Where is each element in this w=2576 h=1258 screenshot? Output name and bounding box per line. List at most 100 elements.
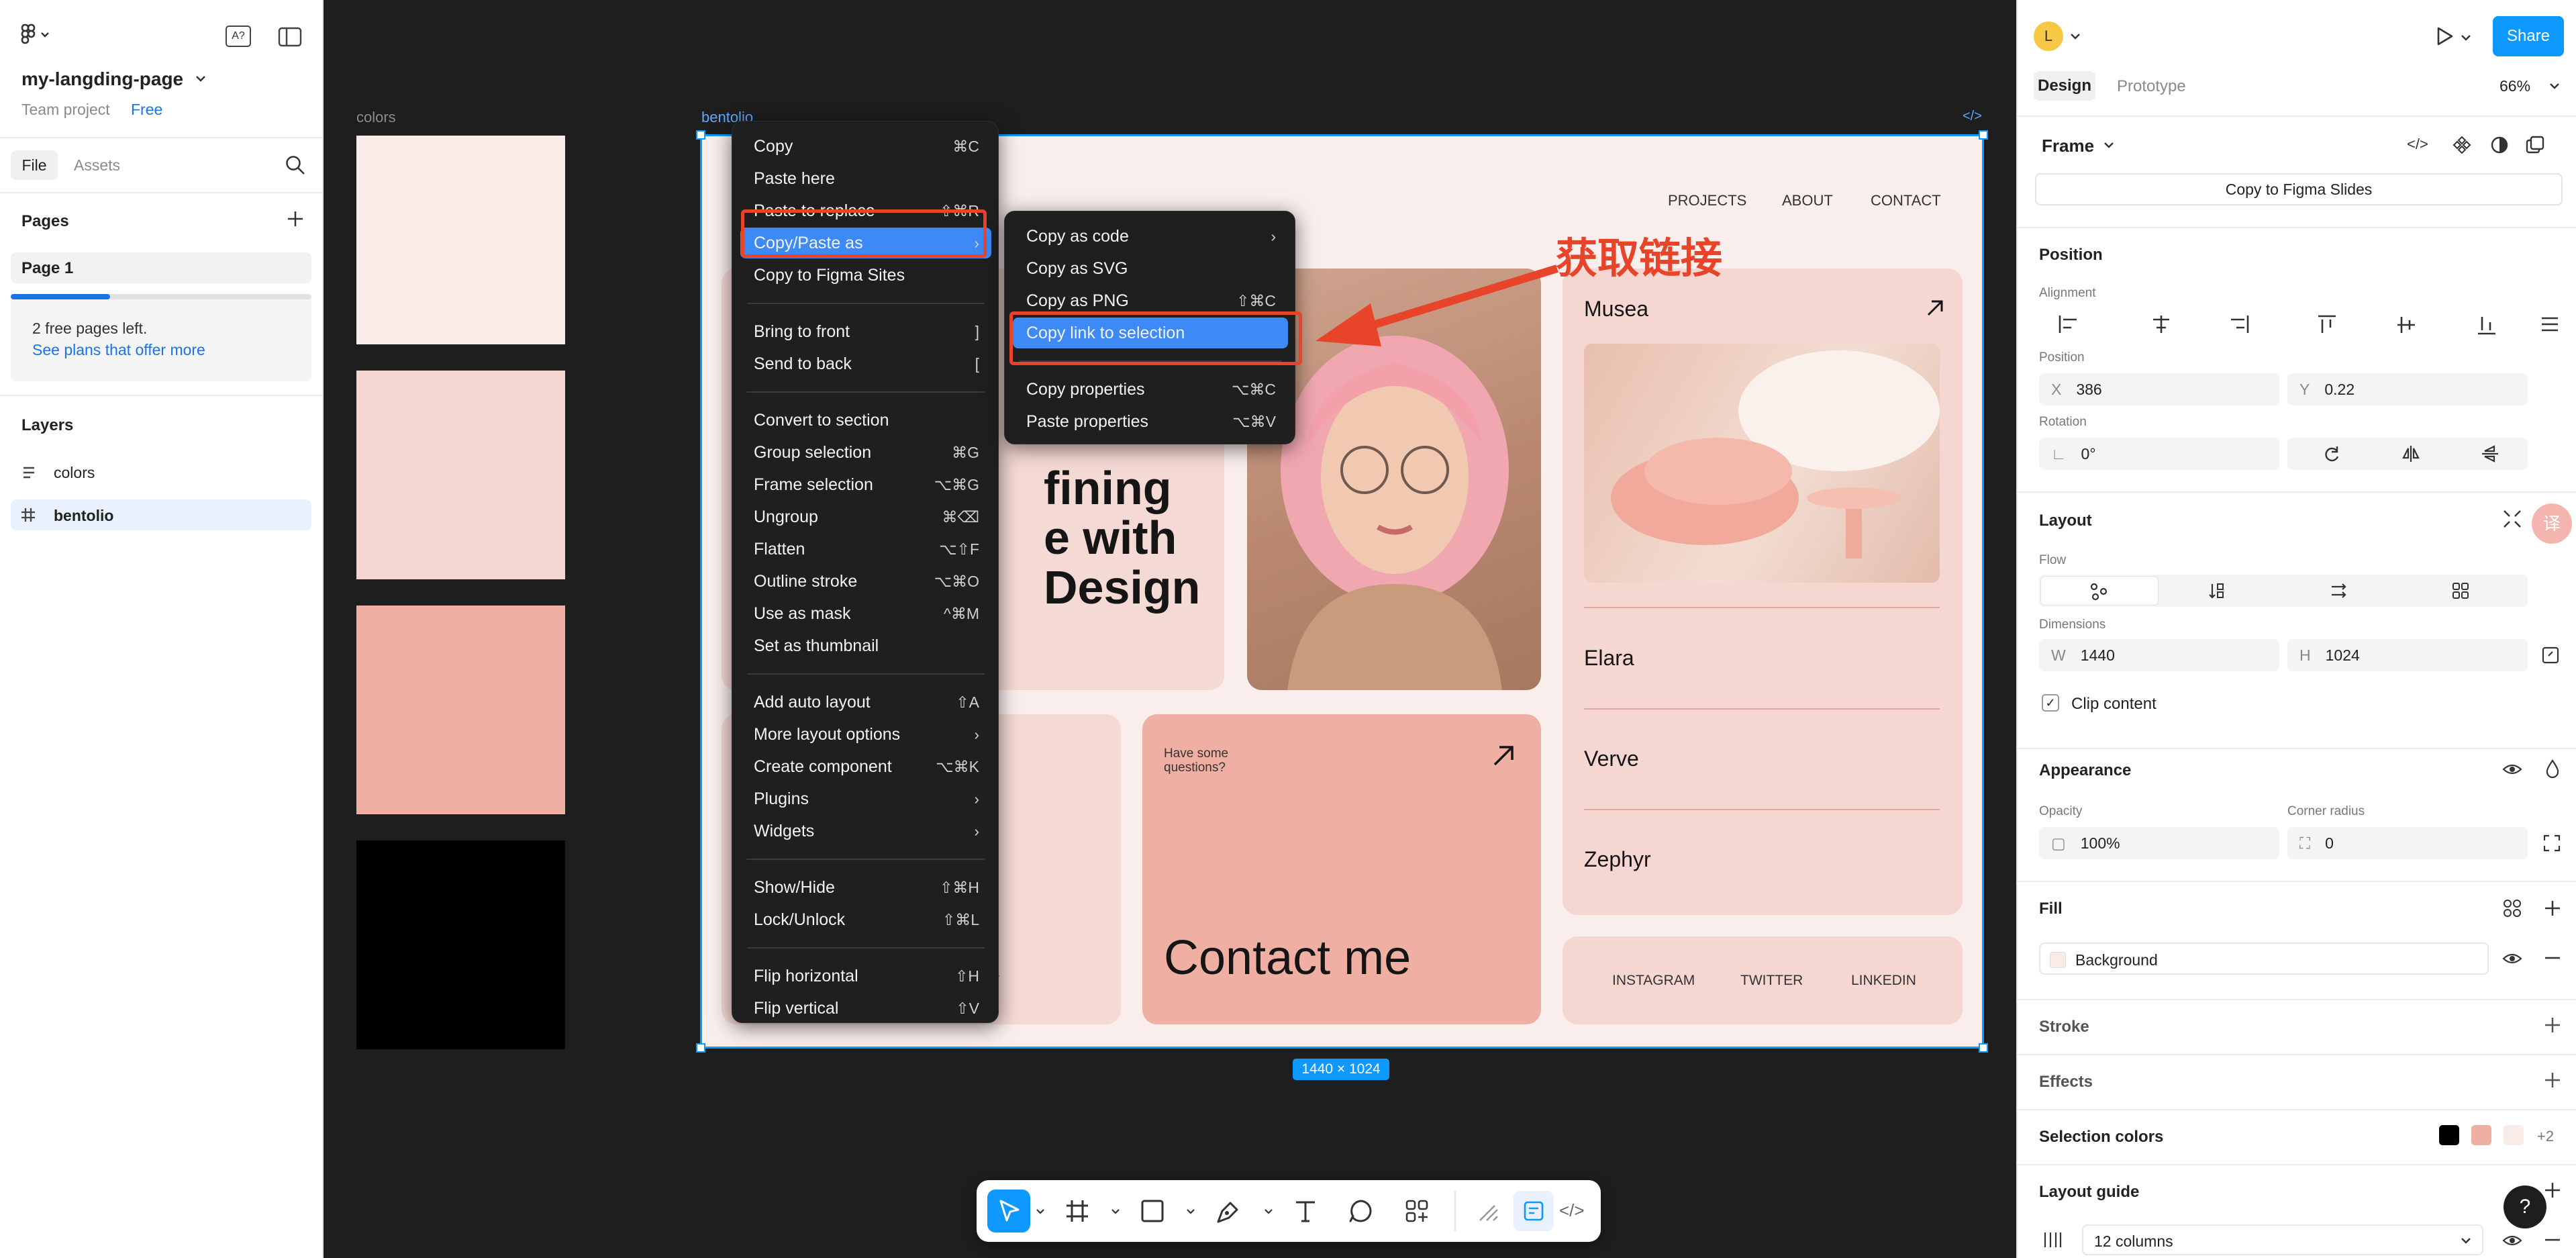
flip-vertical-icon[interactable]	[2481, 444, 2499, 463]
selection-color-3[interactable]	[2504, 1125, 2524, 1145]
fill-style-field[interactable]: Background	[2039, 942, 2489, 975]
remove-fill-icon[interactable]	[2544, 949, 2561, 967]
align-top-icon[interactable]	[2317, 314, 2337, 336]
opacity-field[interactable]: ▢ 100%	[2039, 827, 2279, 859]
copy-to-figma-slides-button[interactable]: Copy to Figma Slides	[2035, 173, 2563, 205]
chevron-down-icon[interactable]	[1036, 1208, 1045, 1215]
menu-item-copy-paste-as[interactable]: Copy/Paste as ›	[740, 228, 991, 258]
menu-item-paste-to-replace[interactable]: Paste to replace ⇧⌘R	[740, 195, 991, 226]
sidebar-toggle-icon[interactable]	[278, 27, 302, 47]
align-center-v-icon[interactable]	[2396, 314, 2416, 336]
grid-flow-icon[interactable]	[2451, 581, 2470, 600]
move-tool-button[interactable]	[987, 1190, 1030, 1232]
color-swatch-1[interactable]	[356, 136, 565, 344]
color-swatch-3[interactable]	[356, 606, 565, 814]
selection-color-2[interactable]	[2471, 1125, 2491, 1145]
height-field[interactable]: H 1024	[2287, 639, 2528, 671]
collapse-icon[interactable]	[2502, 509, 2522, 529]
chevron-down-icon[interactable]	[2549, 82, 2560, 90]
horizontal-flow-icon[interactable]	[2329, 581, 2348, 600]
submenu-item-copy-link-to-selection[interactable]: Copy link to selection	[1013, 318, 1288, 348]
menu-item-more-layout-options[interactable]: More layout options ›	[740, 719, 991, 750]
component-icon[interactable]	[2453, 136, 2471, 154]
tab-prototype[interactable]: Prototype	[2117, 77, 2186, 96]
actions-tool-icon[interactable]	[1405, 1199, 1429, 1223]
submenu-item-copy-properties[interactable]: Copy properties ⌥⌘C	[1013, 374, 1288, 405]
resize-mode-icon[interactable]	[2541, 646, 2560, 665]
menu-item-bring-to-front[interactable]: Bring to front]	[740, 316, 991, 347]
resize-handle[interactable]	[1979, 1043, 1988, 1053]
tab-design[interactable]: Design	[2034, 71, 2095, 101]
menu-item-frame-selection[interactable]: Frame selection ⌥⌘G	[740, 469, 991, 500]
contrast-icon[interactable]	[2490, 136, 2509, 154]
menu-item-create-component[interactable]: Create component ⌥⌘K	[740, 751, 991, 782]
menu-item-add-auto-layout[interactable]: Add auto layout ⇧A	[740, 687, 991, 718]
add-page-icon[interactable]	[286, 209, 305, 228]
clip-content-checkbox[interactable]: ✓	[2042, 694, 2059, 712]
independent-corners-icon[interactable]	[2542, 834, 2561, 853]
variants-icon[interactable]	[2525, 136, 2545, 154]
frame-tool-icon[interactable]	[1065, 1199, 1089, 1223]
chevron-down-icon[interactable]	[2103, 141, 2114, 149]
chevron-down-icon[interactable]	[1264, 1208, 1273, 1215]
add-effect-icon[interactable]	[2544, 1071, 2561, 1089]
menu-item-convert-to-section[interactable]: Convert to section	[740, 405, 991, 436]
align-right-icon[interactable]	[2228, 314, 2250, 334]
submenu-item-copy-as-png[interactable]: Copy as PNG ⇧⌘C	[1013, 285, 1288, 316]
menu-item-flip-horizontal[interactable]: Flip horizontal ⇧H	[740, 961, 991, 991]
styles-grid-icon[interactable]	[2502, 898, 2522, 918]
chevron-down-icon[interactable]	[1111, 1208, 1120, 1215]
menu-item-send-to-back[interactable]: Send to back [	[740, 348, 991, 379]
x-position-field[interactable]: X 386	[2039, 373, 2279, 405]
remove-guide-icon[interactable]	[2544, 1231, 2561, 1249]
menu-item-widgets[interactable]: Widgets ›	[740, 816, 991, 846]
y-position-field[interactable]: Y 0.22	[2287, 373, 2528, 405]
menu-item-lock-unlock[interactable]: Lock/Unlock ⇧⌘L	[740, 904, 991, 935]
chevron-down-icon[interactable]	[2070, 32, 2081, 40]
resize-handle[interactable]	[696, 1043, 705, 1053]
file-name[interactable]: my-langding-page	[21, 68, 183, 90]
menu-item-copy[interactable]: Copy ⌘C	[740, 131, 991, 162]
frame-type-label[interactable]: Frame	[2042, 136, 2094, 156]
eye-icon[interactable]	[2502, 949, 2522, 968]
design-mode-button[interactable]	[1514, 1191, 1554, 1231]
menu-item-flip-vertical[interactable]: Flip vertical ⇧V	[740, 993, 991, 1024]
figma-menu-icon[interactable]	[20, 23, 51, 47]
draw-mode-icon[interactable]	[1477, 1200, 1500, 1223]
color-swatch-2[interactable]	[356, 371, 565, 579]
width-field[interactable]: W 1440	[2039, 639, 2279, 671]
dev-mode-icon[interactable]: </>	[1559, 1200, 1585, 1221]
chevron-down-icon[interactable]	[1186, 1208, 1195, 1215]
layer-item-bentolio[interactable]: bentolio	[11, 499, 311, 530]
menu-item-use-as-mask[interactable]: Use as mask ^⌘M	[740, 598, 991, 629]
menu-item-group-selection[interactable]: Group selection ⌘G	[740, 437, 991, 468]
menu-item-flatten[interactable]: Flatten ⌥⇧F	[740, 534, 991, 565]
submenu-item-paste-properties[interactable]: Paste properties ⌥⌘V	[1013, 406, 1288, 437]
align-left-icon[interactable]	[2058, 314, 2079, 334]
text-tool-icon[interactable]	[1293, 1199, 1318, 1223]
add-fill-icon[interactable]	[2544, 900, 2561, 917]
colors-frame-label[interactable]: colors	[356, 109, 396, 126]
tab-file[interactable]: File	[11, 150, 58, 180]
more-colors-count[interactable]: +2	[2537, 1128, 2554, 1145]
menu-item-set-as-thumbnail[interactable]: Set as thumbnail	[740, 630, 991, 661]
code-icon[interactable]: </>	[2407, 136, 2428, 153]
flip-horizontal-icon[interactable]	[2401, 444, 2420, 463]
rotation-field[interactable]: ∟ 0°	[2039, 438, 2279, 470]
menu-item-show-hide[interactable]: Show/Hide ⇧⌘H	[740, 872, 991, 903]
share-button[interactable]: Share	[2493, 16, 2564, 56]
ai-text-icon[interactable]: A?	[226, 26, 251, 47]
selection-color-1[interactable]	[2439, 1125, 2459, 1145]
present-play-icon[interactable]	[2434, 26, 2455, 47]
chevron-down-icon[interactable]	[195, 74, 207, 83]
avatar[interactable]: L	[2034, 21, 2063, 51]
align-center-h-icon[interactable]	[2150, 314, 2172, 334]
align-bottom-icon[interactable]	[2477, 314, 2497, 336]
translate-float-icon[interactable]: 译	[2532, 503, 2572, 544]
columns-select[interactable]: 12 columns	[2082, 1224, 2483, 1255]
submenu-item-copy-as-code[interactable]: Copy as code ›	[1013, 221, 1288, 252]
eye-icon[interactable]	[2502, 1231, 2522, 1250]
distribute-icon[interactable]	[2540, 314, 2560, 334]
pen-tool-icon[interactable]	[1216, 1199, 1241, 1224]
add-stroke-icon[interactable]	[2544, 1016, 2561, 1034]
